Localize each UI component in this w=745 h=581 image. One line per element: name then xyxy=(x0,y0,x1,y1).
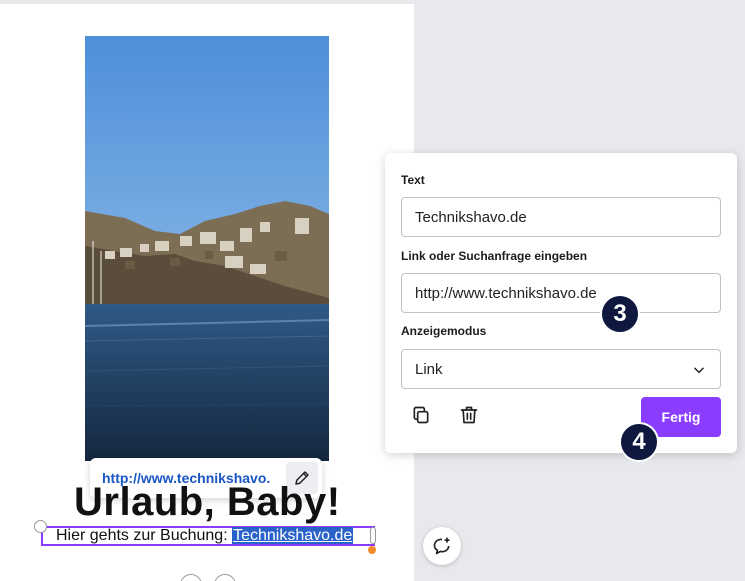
resize-handle[interactable] xyxy=(370,527,376,544)
subline-prefix: Hier gehts zur Buchung: xyxy=(56,527,233,544)
add-comment-button[interactable] xyxy=(423,527,461,565)
selected-link-text[interactable]: Technikshavo.de xyxy=(232,527,354,544)
subline-text[interactable]: Hier gehts zur Buchung: Technikshavo.de xyxy=(56,527,354,545)
harbor-photo[interactable] xyxy=(85,36,329,461)
rotate-handle[interactable] xyxy=(34,520,47,533)
move-handle[interactable] xyxy=(368,546,376,554)
link-text-input[interactable]: Technikshavo.de xyxy=(401,197,721,237)
display-mode-select[interactable]: Link xyxy=(401,349,721,389)
display-mode-label: Anzeigemodus xyxy=(401,324,487,338)
chevron-down-icon xyxy=(694,367,704,374)
link-field-label: Link oder Suchanfrage eingeben xyxy=(401,249,588,263)
display-mode-value: Link xyxy=(415,360,443,378)
link-url-input[interactable]: http://www.technikshavo.de xyxy=(401,273,721,313)
step-badge-3: 3 xyxy=(600,294,640,334)
step-badge-4: 4 xyxy=(619,422,659,462)
trash-icon xyxy=(460,406,478,424)
copy-icon xyxy=(413,406,429,424)
headline-text[interactable]: Urlaub, Baby! xyxy=(74,480,341,525)
copy-button[interactable] xyxy=(409,403,433,427)
comment-add-icon xyxy=(433,537,450,555)
text-field-label: Text xyxy=(401,173,425,187)
delete-button[interactable] xyxy=(457,403,481,427)
link-settings-panel: Text Technikshavo.de Link oder Suchanfra… xyxy=(385,153,737,453)
